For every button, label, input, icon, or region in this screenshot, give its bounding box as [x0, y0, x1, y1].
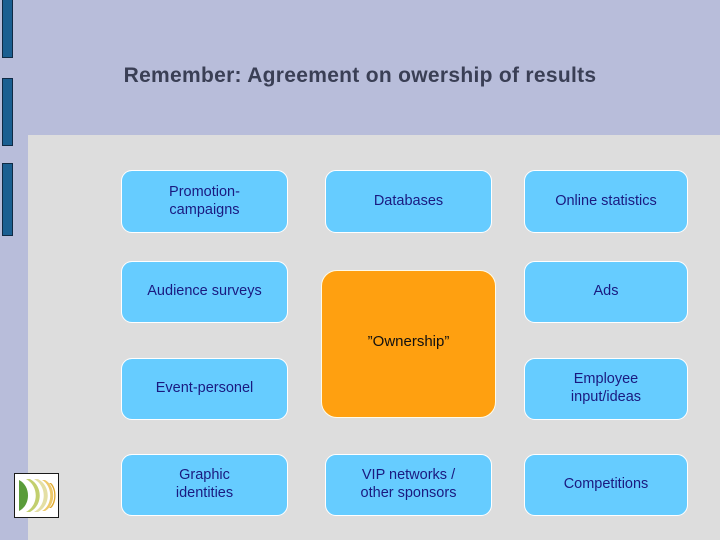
node-label: ”Ownership”	[367, 332, 450, 350]
accent-bar-bottom	[2, 163, 13, 236]
arc-wave-logo-icon	[19, 479, 56, 512]
node-databases[interactable]: Databases	[325, 170, 492, 233]
page-title: Remember: Agreement on owership of resul…	[123, 64, 597, 87]
node-label: Databases	[373, 192, 444, 209]
node-label: Online statistics	[555, 192, 657, 209]
arc-wave-logo	[14, 473, 59, 518]
node-label: VIP networks / other sponsors	[361, 467, 457, 502]
node-label: Promotion- campaigns	[169, 184, 240, 219]
node-label-line2: other sponsors	[360, 485, 457, 501]
accent-bar-middle	[2, 78, 13, 146]
node-ads[interactable]: Ads	[524, 261, 688, 323]
node-label-line1: Graphic	[179, 467, 230, 484]
node-ownership[interactable]: ”Ownership”	[321, 270, 496, 418]
node-label-line1: VIP networks /	[361, 467, 456, 484]
node-label: Event-personel	[155, 380, 254, 397]
node-vip-networks-other-sponsors[interactable]: VIP networks / other sponsors	[325, 454, 492, 516]
node-label: Employee input/ideas	[571, 371, 641, 406]
slide-canvas: Remember: Agreement on owership of resul…	[0, 0, 720, 540]
node-label-line2: campaigns	[169, 201, 240, 218]
node-label: Graphic identities	[176, 467, 233, 502]
node-online-statistics[interactable]: Online statistics	[524, 170, 688, 233]
accent-bar-top	[2, 0, 13, 58]
node-label: Competitions	[563, 476, 649, 493]
node-employee-input-ideas[interactable]: Employee input/ideas	[524, 358, 688, 420]
node-audience-surveys[interactable]: Audience surveys	[121, 261, 288, 323]
node-label: Ads	[593, 283, 619, 300]
node-label-line2: identities	[175, 485, 234, 501]
node-promotion-campaigns[interactable]: Promotion- campaigns	[121, 170, 288, 233]
node-label-line2: input/ideas	[570, 389, 642, 405]
node-label: Audience surveys	[147, 283, 262, 300]
node-event-personel[interactable]: Event-personel	[121, 358, 288, 420]
node-label-line1: Promotion-	[169, 183, 240, 200]
node-graphic-identities[interactable]: Graphic identities	[121, 454, 288, 516]
node-label-line1: Employee	[573, 371, 639, 388]
node-competitions[interactable]: Competitions	[524, 454, 688, 516]
